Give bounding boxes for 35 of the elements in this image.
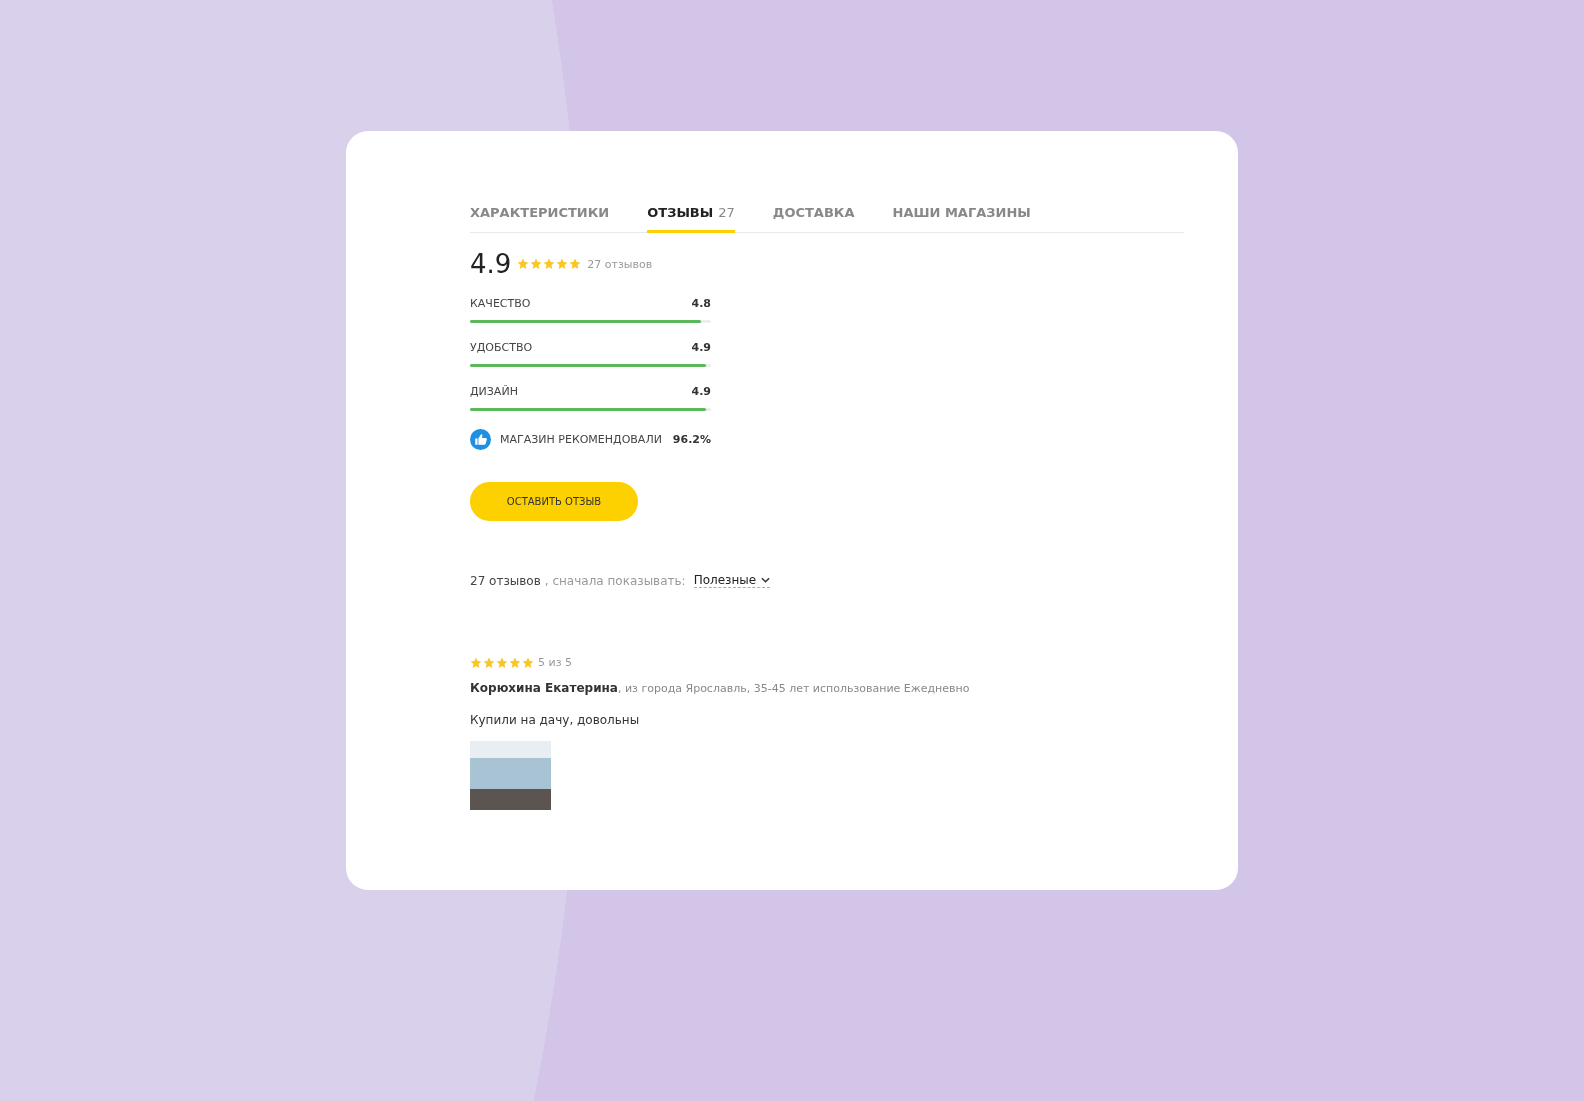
tab[interactable]: ХАРАКТЕРИСТИКИ xyxy=(470,205,610,233)
review-score: 5 из 5 xyxy=(538,656,572,669)
review-count: 27 отзывов xyxy=(587,257,653,271)
author-name: Корюхина Екатерина xyxy=(470,681,618,695)
tab[interactable]: ОТЗЫВЫ 27 xyxy=(647,205,735,233)
criterion-score: 4.8 xyxy=(691,297,711,310)
star-icon xyxy=(483,656,495,669)
star-icon xyxy=(509,656,521,669)
star-icon xyxy=(522,656,534,669)
criterion-label: УДОБСТВО xyxy=(470,341,533,354)
photo-placeholder[interactable] xyxy=(470,741,551,810)
caret-icon xyxy=(761,577,771,583)
tab[interactable]: НАШИ МАГАЗИНЫ xyxy=(892,205,1031,233)
recommend-percent: 96.2% xyxy=(672,433,711,446)
author-details: , из города Ярославль, 35-45 лет использование Ежедневно xyxy=(617,682,970,695)
star-icon xyxy=(569,258,582,270)
star-icon xyxy=(556,258,569,270)
star-icon xyxy=(530,258,543,270)
star-icon xyxy=(496,656,508,669)
thumbs-up-icon xyxy=(470,429,491,450)
rating-score: 4.9 xyxy=(470,249,512,279)
review-text: Купили на дачу, довольны xyxy=(470,713,641,727)
sort-label: , сначала показывать: xyxy=(544,573,686,588)
criterion-score: 4.9 xyxy=(691,385,711,398)
sort-count: 27 отзывов xyxy=(470,573,541,588)
tab[interactable]: ДОСТАВКА xyxy=(772,205,855,233)
star-icon xyxy=(543,258,556,270)
star-icon xyxy=(517,258,530,270)
recommend-label: МАГАЗИН РЕКОМЕНДОВАЛИ xyxy=(500,433,663,446)
criterion-label: ДИЗАЙН xyxy=(470,385,518,398)
criterion-score: 4.9 xyxy=(691,341,711,354)
write-review-button[interactable]: ОСТАВИТЬ ОТЗЫВ xyxy=(470,482,638,521)
star-icon xyxy=(470,656,482,669)
criterion-label: КАЧЕСТВО xyxy=(470,297,531,310)
sort-dropdown[interactable]: Полезные xyxy=(693,573,771,588)
